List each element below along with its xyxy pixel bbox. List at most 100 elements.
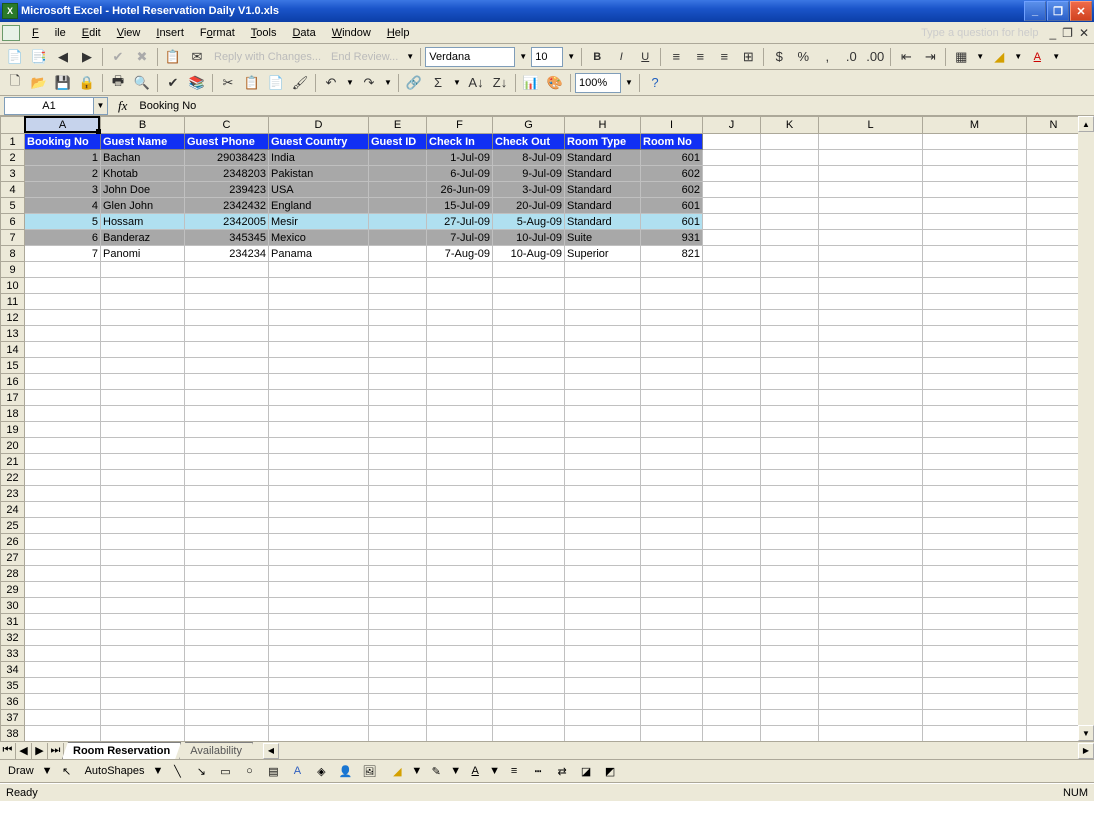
wordart-icon[interactable]: A <box>287 761 307 781</box>
autosum-icon[interactable]: Σ <box>427 72 449 94</box>
column-header-D[interactable]: D <box>269 117 369 134</box>
3d-icon[interactable]: ◩ <box>600 761 620 781</box>
currency-icon[interactable]: $ <box>768 46 790 68</box>
column-header-G[interactable]: G <box>493 117 565 134</box>
cell[interactable]: 9-Jul-09 <box>493 166 565 182</box>
select-objects-icon[interactable]: ↖ <box>57 761 77 781</box>
redo-icon[interactable]: ↷ <box>358 72 380 94</box>
row-header-13[interactable]: 13 <box>1 326 25 342</box>
fill-color-icon[interactable]: ◢ <box>988 46 1010 68</box>
vertical-scrollbar[interactable]: ▲ ▼ <box>1078 116 1094 741</box>
cell[interactable]: 601 <box>641 198 703 214</box>
row-header-12[interactable]: 12 <box>1 310 25 326</box>
maximize-button[interactable]: ❐ <box>1047 1 1069 21</box>
row-header-21[interactable]: 21 <box>1 454 25 470</box>
sort-desc-icon[interactable]: Z↓ <box>489 72 511 94</box>
new-comment-icon[interactable]: 📄 <box>4 46 26 68</box>
select-all-cell[interactable] <box>1 117 25 134</box>
autoshapes-menu[interactable]: AutoShapes <box>81 765 149 777</box>
menu-edit[interactable]: Edit <box>74 25 109 41</box>
cell[interactable]: Standard <box>565 182 641 198</box>
cell[interactable]: 4 <box>25 198 101 214</box>
cell[interactable]: Bachan <box>101 150 185 166</box>
row-header-33[interactable]: 33 <box>1 646 25 662</box>
row-header-25[interactable]: 25 <box>1 518 25 534</box>
track-changes-icon[interactable]: 📋 <box>162 46 184 68</box>
header-cell-F[interactable]: Check In <box>427 134 493 150</box>
cell[interactable]: Khotab <box>101 166 185 182</box>
cell[interactable]: 27-Jul-09 <box>427 214 493 230</box>
decrease-indent-icon[interactable]: ⇤ <box>895 46 917 68</box>
spelling-icon[interactable]: ✔ <box>162 72 184 94</box>
header-cell-G[interactable]: Check Out <box>493 134 565 150</box>
mdi-close[interactable]: ✕ <box>1076 24 1092 42</box>
textbox-icon[interactable]: ▤ <box>263 761 283 781</box>
mail-icon[interactable]: ✉ <box>186 46 208 68</box>
row-header-7[interactable]: 7 <box>1 230 25 246</box>
column-header-M[interactable]: M <box>923 117 1027 134</box>
row-header-19[interactable]: 19 <box>1 422 25 438</box>
cell[interactable]: Banderaz <box>101 230 185 246</box>
cell[interactable]: 601 <box>641 214 703 230</box>
show-comment-icon[interactable]: 📑 <box>28 46 50 68</box>
cell[interactable]: 2342005 <box>185 214 269 230</box>
align-center-icon[interactable]: ≡ <box>689 46 711 68</box>
underline-icon[interactable]: U <box>634 46 656 68</box>
row-header-35[interactable]: 35 <box>1 678 25 694</box>
menu-data[interactable]: Data <box>284 25 323 41</box>
increase-indent-icon[interactable]: ⇥ <box>919 46 941 68</box>
column-header-E[interactable]: E <box>369 117 427 134</box>
formula-content[interactable]: Booking No <box>137 100 1094 112</box>
scroll-left-icon[interactable]: ◀ <box>263 743 279 759</box>
dash-style-icon[interactable]: ┅ <box>528 761 548 781</box>
font-size-input[interactable] <box>531 47 563 67</box>
cell[interactable]: Standard <box>565 214 641 230</box>
comma-icon[interactable]: , <box>816 46 838 68</box>
menu-file[interactable]: File <box>24 25 74 41</box>
copy-icon[interactable]: 📋 <box>241 72 263 94</box>
cell[interactable]: 2342432 <box>185 198 269 214</box>
cell[interactable]: USA <box>269 182 369 198</box>
tab-nav-last[interactable]: ⏭ <box>48 743 64 759</box>
cell[interactable]: 2348203 <box>185 166 269 182</box>
cell[interactable]: 3-Jul-09 <box>493 182 565 198</box>
cell[interactable]: 3 <box>25 182 101 198</box>
row-header-5[interactable]: 5 <box>1 198 25 214</box>
percent-icon[interactable]: % <box>792 46 814 68</box>
row-header-34[interactable]: 34 <box>1 662 25 678</box>
cell[interactable]: 1-Jul-09 <box>427 150 493 166</box>
review-dropdown[interactable]: ▼ <box>404 52 416 61</box>
header-cell-D[interactable]: Guest Country <box>269 134 369 150</box>
row-header-37[interactable]: 37 <box>1 710 25 726</box>
row-header-36[interactable]: 36 <box>1 694 25 710</box>
horizontal-scrollbar[interactable]: ◀ ▶ <box>263 743 1094 759</box>
cell[interactable]: 20-Jul-09 <box>493 198 565 214</box>
align-left-icon[interactable]: ≡ <box>665 46 687 68</box>
cell[interactable] <box>369 182 427 198</box>
rectangle-icon[interactable]: ▭ <box>215 761 235 781</box>
row-header-8[interactable]: 8 <box>1 246 25 262</box>
undo-icon[interactable]: ↶ <box>320 72 342 94</box>
row-header-30[interactable]: 30 <box>1 598 25 614</box>
column-header-I[interactable]: I <box>641 117 703 134</box>
cell[interactable]: Superior <box>565 246 641 262</box>
cell[interactable]: 931 <box>641 230 703 246</box>
drawing-icon[interactable]: 🎨 <box>544 72 566 94</box>
row-header-18[interactable]: 18 <box>1 406 25 422</box>
font-color-icon[interactable]: A <box>1026 46 1048 68</box>
cell[interactable]: Panomi <box>101 246 185 262</box>
cell[interactable]: 8-Jul-09 <box>493 150 565 166</box>
font-color-draw-icon[interactable]: A <box>465 761 485 781</box>
chart-wizard-icon[interactable]: 📊 <box>520 72 542 94</box>
column-header-K[interactable]: K <box>761 117 819 134</box>
row-header-6[interactable]: 6 <box>1 214 25 230</box>
header-cell-C[interactable]: Guest Phone <box>185 134 269 150</box>
end-review-button[interactable]: End Review... <box>327 51 402 63</box>
cell[interactable]: 7 <box>25 246 101 262</box>
row-header-4[interactable]: 4 <box>1 182 25 198</box>
line-style-icon[interactable]: ≡ <box>504 761 524 781</box>
column-header-A[interactable]: A <box>25 117 101 134</box>
shadow-icon[interactable]: ◪ <box>576 761 596 781</box>
cell[interactable]: Mesir <box>269 214 369 230</box>
cell[interactable]: 10-Aug-09 <box>493 246 565 262</box>
